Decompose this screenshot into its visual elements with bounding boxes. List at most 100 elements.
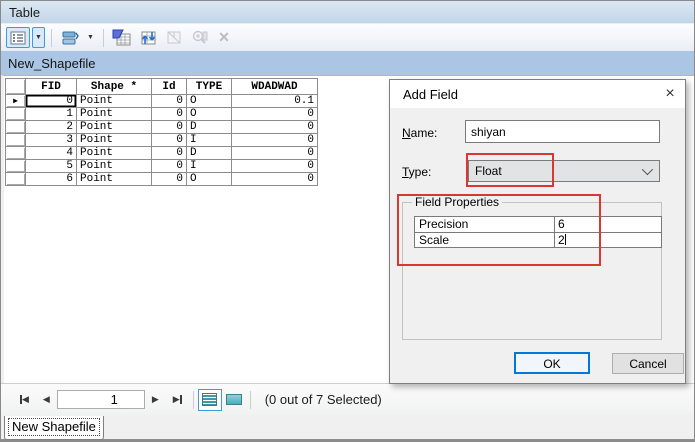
cell-type[interactable]: O: [187, 108, 232, 121]
cell-id[interactable]: 0: [152, 121, 187, 134]
cell-fid[interactable]: 1: [26, 108, 77, 121]
table-row[interactable]: ▶ 4 Point 0 D 0: [6, 147, 318, 160]
table-options-dropdown[interactable]: ▼: [32, 27, 45, 48]
row-selector-cell[interactable]: ▶: [6, 160, 26, 173]
clear-selection-icon: [166, 30, 182, 45]
cell-type[interactable]: O: [187, 95, 232, 108]
cell-type[interactable]: O: [187, 173, 232, 186]
cell-shape[interactable]: Point: [77, 121, 152, 134]
cell-id[interactable]: 0: [152, 108, 187, 121]
table-row[interactable]: ▶ 0 Point 0 O 0.1: [6, 95, 318, 108]
column-header-wdadwad[interactable]: WDADWAD: [232, 79, 318, 95]
previous-record-icon: ◀: [43, 394, 50, 405]
show-all-records-button[interactable]: [198, 389, 222, 411]
cell-id[interactable]: 0: [152, 134, 187, 147]
cell-type[interactable]: D: [187, 121, 232, 134]
scale-value[interactable]: 2: [555, 233, 661, 247]
window-title: Table: [9, 5, 40, 20]
cell-wdadwad[interactable]: 0.1: [232, 95, 318, 108]
table-row[interactable]: ▶ 2 Point 0 D 0: [6, 121, 318, 134]
cell-wdadwad[interactable]: 0: [232, 108, 318, 121]
cell-shape[interactable]: Point: [77, 134, 152, 147]
field-properties-grid: Precision 6 Scale 2: [414, 216, 662, 248]
precision-value[interactable]: 6: [555, 217, 661, 232]
cell-type[interactable]: I: [187, 134, 232, 147]
delete-selected-button: ✕: [214, 27, 234, 48]
column-header-id[interactable]: Id: [152, 79, 187, 95]
table-row[interactable]: ▶ 5 Point 0 I 0: [6, 160, 318, 173]
cell-fid[interactable]: 3: [26, 134, 77, 147]
cancel-button[interactable]: Cancel: [612, 353, 684, 374]
switch-selection-button[interactable]: [136, 27, 160, 48]
cell-type[interactable]: D: [187, 147, 232, 160]
cell-shape[interactable]: Point: [77, 147, 152, 160]
zoom-to-selected-button: [188, 27, 212, 48]
property-row-scale: Scale 2: [415, 232, 661, 247]
cell-fid[interactable]: 4: [26, 147, 77, 160]
column-header-fid[interactable]: FID: [26, 79, 77, 95]
chevron-down-icon: ▼: [87, 34, 94, 41]
select-highlighted-button[interactable]: [110, 27, 134, 48]
navbar-separator: [250, 391, 251, 409]
column-header-type[interactable]: TYPE: [187, 79, 232, 95]
cell-id[interactable]: 0: [152, 147, 187, 160]
attribute-table: FID Shape * Id TYPE WDADWAD ▶ 0 Point 0 …: [5, 78, 318, 186]
cell-wdadwad[interactable]: 0: [232, 173, 318, 186]
cell-id[interactable]: 0: [152, 95, 187, 108]
cell-id[interactable]: 0: [152, 160, 187, 173]
row-selector-cell[interactable]: ▶: [6, 95, 26, 108]
table-row[interactable]: ▶ 6 Point 0 O 0: [6, 173, 318, 186]
show-selected-records-button[interactable]: [222, 389, 246, 411]
name-input[interactable]: [465, 120, 660, 143]
column-header-shape[interactable]: Shape *: [77, 79, 152, 95]
cell-fid[interactable]: 2: [26, 121, 77, 134]
row-selector-cell[interactable]: ▶: [6, 147, 26, 160]
table-options-button[interactable]: [6, 27, 30, 48]
table-row[interactable]: ▶ 3 Point 0 I 0: [6, 134, 318, 147]
name-label: Name:: [402, 126, 437, 140]
table-row[interactable]: ▶ 1 Point 0 O 0: [6, 108, 318, 121]
previous-record-button[interactable]: ◀: [36, 394, 57, 405]
record-number-input[interactable]: [57, 390, 145, 409]
precision-label: Precision: [415, 217, 555, 232]
row-selector-cell[interactable]: ▶: [6, 134, 26, 147]
cell-shape[interactable]: Point: [77, 108, 152, 121]
chevron-down-icon: [642, 164, 653, 175]
dialog-title: Add Field: [403, 87, 458, 102]
cell-shape[interactable]: Point: [77, 95, 152, 108]
tab-new-shapefile[interactable]: New Shapefile: [4, 416, 104, 440]
related-tables-dropdown[interactable]: ▼: [84, 27, 97, 48]
cell-wdadwad[interactable]: 0: [232, 147, 318, 160]
row-selector-cell[interactable]: ▶: [6, 173, 26, 186]
cell-type[interactable]: I: [187, 160, 232, 173]
next-record-button[interactable]: ▶: [145, 394, 166, 405]
sheet-title-bar: New_Shapefile: [1, 51, 694, 75]
select-highlighted-icon: [112, 29, 132, 47]
cell-wdadwad[interactable]: 0: [232, 121, 318, 134]
cell-shape[interactable]: Point: [77, 160, 152, 173]
last-record-button[interactable]: ▶: [166, 394, 189, 405]
ok-button[interactable]: OK: [514, 352, 590, 374]
cell-fid[interactable]: 5: [26, 160, 77, 173]
cell-fid[interactable]: 0: [26, 95, 77, 108]
window-titlebar: Table: [1, 1, 694, 24]
table-tab-bar: New Shapefile: [1, 415, 694, 441]
row-selector-cell[interactable]: ▶: [6, 108, 26, 121]
row-selector-cell[interactable]: ▶: [6, 121, 26, 134]
sheet-title: New_Shapefile: [8, 56, 95, 71]
toolbar: ▼ ▼: [1, 24, 694, 51]
cell-shape[interactable]: Point: [77, 173, 152, 186]
table-options-icon: [10, 31, 26, 45]
cell-wdadwad[interactable]: 0: [232, 134, 318, 147]
first-record-icon: ◀: [22, 394, 29, 405]
clear-selection-button: [162, 27, 186, 48]
type-label: Type:: [402, 165, 431, 179]
last-record-icon: [180, 395, 182, 404]
type-dropdown[interactable]: Float: [468, 160, 660, 182]
cell-wdadwad[interactable]: 0: [232, 160, 318, 173]
close-icon[interactable]: ×: [655, 85, 685, 103]
cell-id[interactable]: 0: [152, 173, 187, 186]
first-record-button[interactable]: ◀: [13, 394, 36, 405]
cell-fid[interactable]: 6: [26, 173, 77, 186]
related-tables-button[interactable]: [58, 27, 82, 48]
